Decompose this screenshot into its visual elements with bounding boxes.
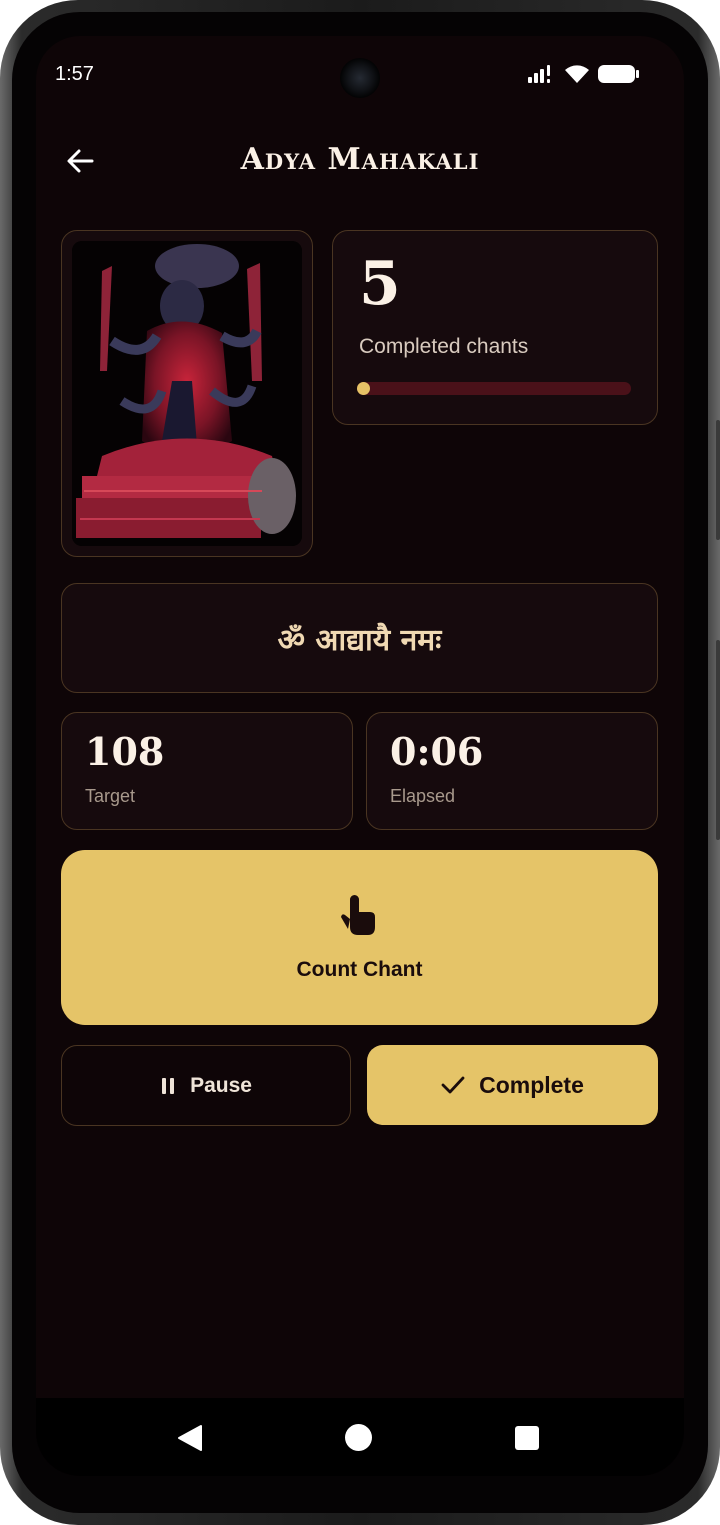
completed-count: 5 <box>359 249 401 319</box>
front-camera <box>340 58 380 98</box>
pause-button[interactable]: Pause <box>61 1045 351 1126</box>
complete-button[interactable]: Complete <box>367 1045 658 1125</box>
elapsed-value: 0:06 <box>390 729 484 774</box>
chant-progress-bar <box>357 382 631 395</box>
volume-button <box>716 640 720 840</box>
nav-recents-icon[interactable] <box>515 1426 539 1450</box>
check-icon <box>441 1076 465 1094</box>
app-screen: 1:57 Adya Mahakali 5 Completed chants ॐ … <box>36 36 684 1476</box>
system-nav-bar <box>36 1398 684 1476</box>
completed-label: Completed chants <box>359 335 529 358</box>
count-chant-button[interactable]: Count Chant <box>61 850 658 1025</box>
power-button <box>716 420 720 540</box>
signal-icon <box>528 65 550 83</box>
chant-progress-fill <box>357 382 370 395</box>
completed-chants-card: 5 Completed chants <box>332 230 658 425</box>
pause-icon <box>162 1077 175 1094</box>
mantra-card: ॐ आद्यायै नमः <box>61 583 658 693</box>
battery-icon <box>598 65 639 83</box>
complete-label: Complete <box>479 1071 584 1098</box>
status-time: 1:57 <box>55 63 94 85</box>
target-stat-card: 108 Target <box>61 712 353 830</box>
nav-home-icon[interactable] <box>345 1424 372 1451</box>
nav-back-icon[interactable] <box>177 1424 203 1452</box>
deity-image <box>72 241 302 546</box>
touch-icon <box>341 895 375 935</box>
status-icons <box>528 64 640 84</box>
pause-label: Pause <box>190 1073 252 1097</box>
wifi-icon <box>565 65 589 83</box>
page-title: Adya Mahakali <box>240 142 480 177</box>
target-value: 108 <box>85 729 165 774</box>
deity-image-card <box>61 230 313 557</box>
elapsed-label: Elapsed <box>390 786 456 806</box>
mantra-text: ॐ आद्यायै नमः <box>277 622 442 658</box>
elapsed-stat-card: 0:06 Elapsed <box>366 712 658 830</box>
target-label: Target <box>85 786 136 806</box>
count-chant-label: Count Chant <box>296 958 423 981</box>
